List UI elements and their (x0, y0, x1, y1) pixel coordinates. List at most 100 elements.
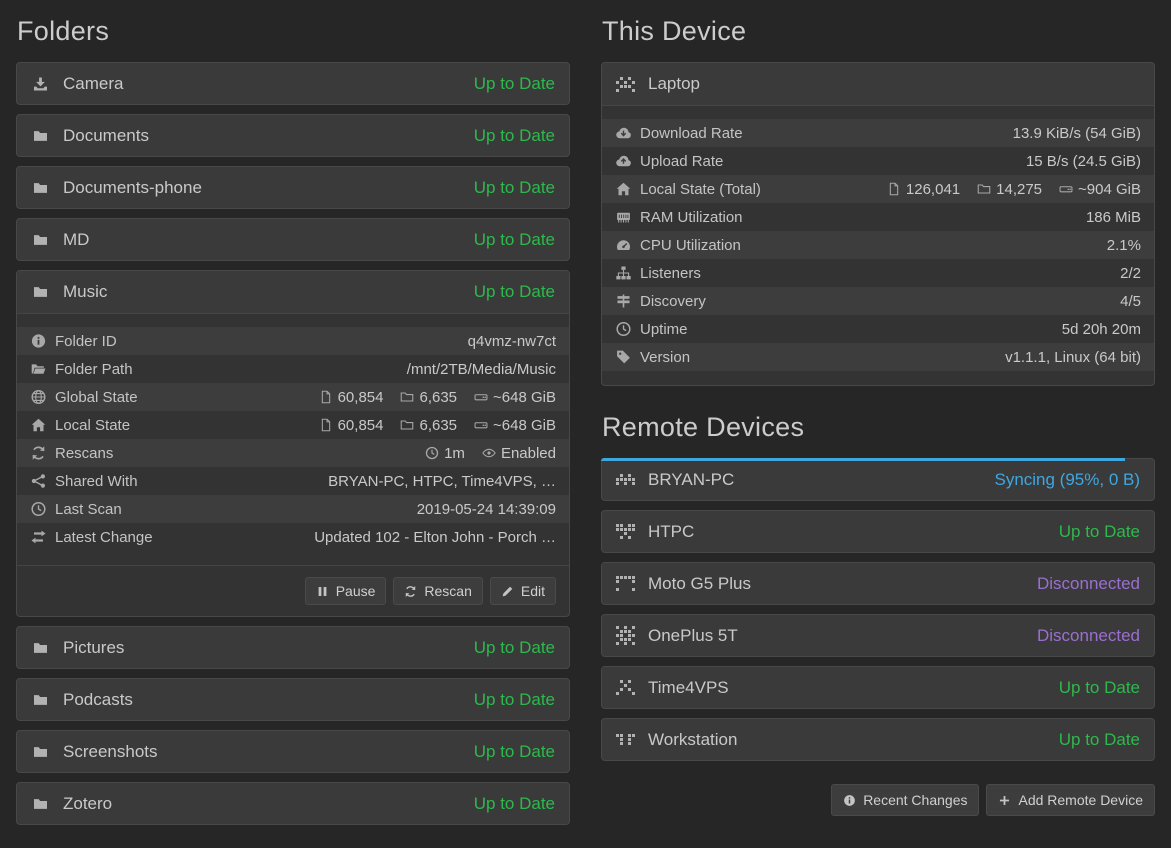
pause-icon (316, 585, 329, 598)
folder-name: Pictures (63, 638, 124, 658)
hdd-icon (474, 418, 488, 432)
device-status: Up to Date (1059, 730, 1140, 750)
device-identicon (616, 734, 635, 745)
folder-status: Up to Date (474, 638, 555, 658)
detail-label: Folder Path (55, 361, 133, 378)
folder-row-documents-phone[interactable]: Documents-phone Up to Date (16, 166, 570, 209)
device-row-workstation[interactable]: Workstation Up to Date (601, 718, 1155, 761)
detail-row-shared-with: Shared With BRYAN-PC, HTPC, Time4VPS, … (17, 467, 569, 495)
sync-progress-bar (601, 458, 1125, 461)
detail-label: Local State (55, 417, 130, 434)
folder-name: MD (63, 230, 89, 250)
detail-row-upload-rate: Upload Rate 15 B/s (24.5 GiB) (602, 147, 1154, 175)
folder-name: Screenshots (63, 742, 158, 762)
folder-name: Music (63, 282, 107, 302)
rescan-button[interactable]: Rescan (393, 577, 482, 605)
folder-icon (31, 284, 50, 300)
this-device-details: Download Rate 13.9 KiB/s (54 GiB) Upload… (602, 106, 1154, 385)
this-device-panel: Laptop Download Rate 13.9 KiB/s (54 GiB)… (601, 62, 1155, 386)
detail-row-cpu: CPU Utilization 2.1% (602, 231, 1154, 259)
folder-name: Camera (63, 74, 123, 94)
edit-button[interactable]: Edit (490, 577, 556, 605)
file-icon (887, 182, 901, 196)
detail-row-last-scan: Last Scan 2019-05-24 14:39:09 (17, 495, 569, 523)
pause-button[interactable]: Pause (305, 577, 387, 605)
directory-icon (400, 390, 414, 404)
device-status: Disconnected (1037, 626, 1140, 646)
files-count: 126,041 (887, 181, 960, 198)
folder-name: Documents (63, 126, 149, 146)
add-remote-device-button[interactable]: Add Remote Device (986, 784, 1155, 816)
device-row-laptop[interactable]: Laptop (602, 63, 1154, 106)
folder-row-music[interactable]: Music Up to Date (17, 271, 569, 314)
folder-name: Podcasts (63, 690, 133, 710)
remote-devices-title: Remote Devices (602, 412, 1155, 443)
folder-row-pictures[interactable]: Pictures Up to Date (16, 626, 570, 669)
device-identicon (616, 474, 635, 485)
eye-icon (482, 446, 496, 460)
detail-value: BRYAN-PC, HTPC, Time4VPS, … (328, 473, 556, 490)
detail-row-local-state-total: Local State (Total) 126,041 14,275 ~904 … (602, 175, 1154, 203)
remote-actions: Recent Changes Add Remote Device (601, 784, 1155, 816)
detail-row-download-rate: Download Rate 13.9 KiB/s (54 GiB) (602, 119, 1154, 147)
share-icon (30, 473, 47, 489)
folder-status: Up to Date (474, 178, 555, 198)
folder-row-zotero[interactable]: Zotero Up to Date (16, 782, 570, 825)
folder-row-podcasts[interactable]: Podcasts Up to Date (16, 678, 570, 721)
folder-icon (31, 232, 50, 248)
device-row-oneplus-5t[interactable]: OnePlus 5T Disconnected (601, 614, 1155, 657)
detail-value: /mnt/2TB/Media/Music (407, 361, 556, 378)
folder-status: Up to Date (474, 282, 555, 302)
folder-name: Zotero (63, 794, 112, 814)
music-actions: Pause Rescan Edit (17, 565, 569, 616)
detail-row-local-state: Local State 60,854 6,635 ~648 GiB (17, 411, 569, 439)
recent-changes-button[interactable]: Recent Changes (831, 784, 979, 816)
detail-label: Latest Change (55, 529, 153, 546)
device-identicon (616, 626, 635, 645)
folder-row-screenshots[interactable]: Screenshots Up to Date (16, 730, 570, 773)
folder-row-camera[interactable]: Camera Up to Date (16, 62, 570, 105)
folder-status: Up to Date (474, 126, 555, 146)
clock-icon (615, 321, 632, 337)
device-status: Up to Date (1059, 678, 1140, 698)
device-row-bryan-pc[interactable]: BRYAN-PC Syncing (95%, 0 B) (601, 458, 1155, 501)
folder-row-md[interactable]: MD Up to Date (16, 218, 570, 261)
device-row-time4vps[interactable]: Time4VPS Up to Date (601, 666, 1155, 709)
size-value: ~648 GiB (474, 389, 556, 406)
detail-label: Rescans (55, 445, 113, 462)
detail-value: 2019-05-24 14:39:09 (417, 501, 556, 518)
device-row-htpc[interactable]: HTPC Up to Date (601, 510, 1155, 553)
pencil-icon (501, 585, 514, 598)
detail-row-global-state: Global State 60,854 6,635 ~648 GiB (17, 383, 569, 411)
folder-status: Up to Date (474, 74, 555, 94)
tag-icon (615, 349, 632, 365)
plus-icon (998, 794, 1011, 807)
device-status: Syncing (95%, 0 B) (994, 470, 1140, 490)
detail-row-listeners: Listeners 2/2 (602, 259, 1154, 287)
clock-icon (30, 501, 47, 517)
refresh-icon (30, 445, 47, 461)
device-row-moto-g5-plus[interactable]: Moto G5 Plus Disconnected (601, 562, 1155, 605)
device-name: Laptop (648, 74, 700, 94)
detail-row-ram: RAM Utilization 186 MiB (602, 203, 1154, 231)
directory-icon (400, 418, 414, 432)
detail-label: Global State (55, 389, 138, 406)
device-identicon (616, 77, 635, 92)
folder-icon (31, 180, 50, 196)
device-name: HTPC (648, 522, 694, 542)
hdd-icon (1059, 182, 1073, 196)
detail-label: Last Scan (55, 501, 122, 518)
folder-row-documents[interactable]: Documents Up to Date (16, 114, 570, 157)
detail-row-rescans: Rescans 1m Enabled (17, 439, 569, 467)
file-icon (319, 418, 333, 432)
detail-row-discovery: Discovery 4/5 (602, 287, 1154, 315)
device-identicon (616, 680, 635, 695)
devices-column: This Device Laptop Download Rate 13.9 Ki… (601, 14, 1155, 834)
cloud-upload-icon (615, 153, 632, 169)
info-icon (30, 333, 47, 349)
memory-icon (615, 209, 632, 225)
page: Folders Camera Up to Date Documents Up t… (0, 0, 1171, 848)
dirs-count: 6,635 (400, 417, 457, 434)
info-icon (843, 794, 856, 807)
size-value: ~904 GiB (1059, 181, 1141, 198)
